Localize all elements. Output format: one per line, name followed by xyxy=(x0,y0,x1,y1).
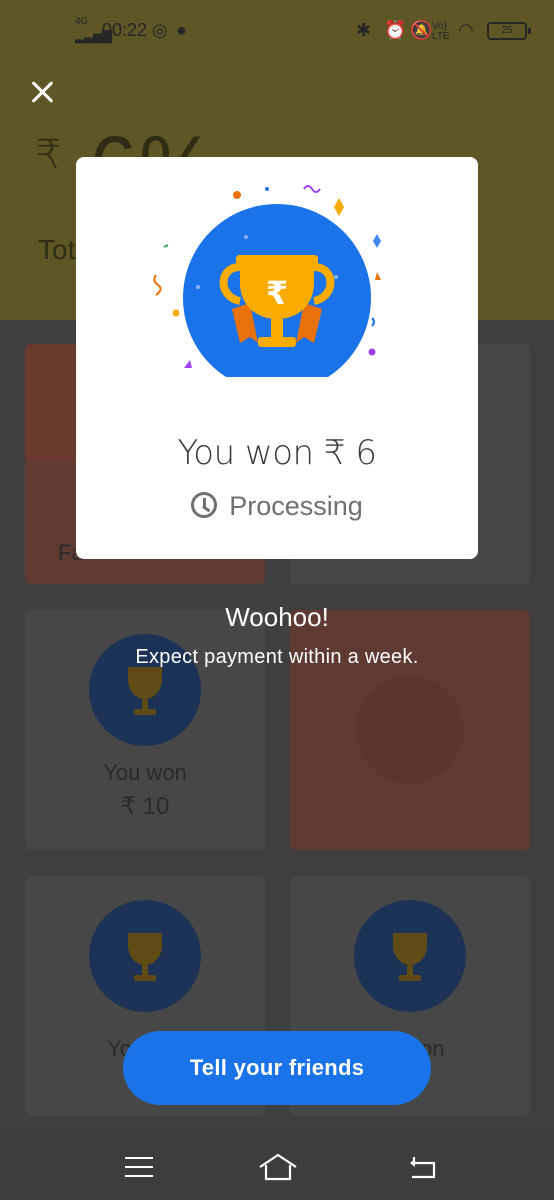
trophy-illustration: ₹ xyxy=(153,185,381,377)
reward-amount-text: You won ₹ 6 xyxy=(177,433,377,473)
celebration-title: Woohoo! xyxy=(225,602,329,632)
scratch-card-badge xyxy=(356,676,464,784)
trophy-badge xyxy=(89,900,201,1012)
total-rewards-label: Tot xyxy=(38,234,76,265)
reward-dialog: ₹ You won ₹ 6 Processing xyxy=(76,157,478,559)
bluetooth-icon: ✱ xyxy=(356,20,372,40)
won-label: You won xyxy=(103,760,187,785)
svg-text:₹: ₹ xyxy=(266,274,288,312)
network-type: 4G xyxy=(75,16,89,27)
trophy-icon xyxy=(128,933,162,981)
clock-icon xyxy=(191,492,218,518)
battery-icon: 25 xyxy=(487,22,531,40)
system-nav-bar xyxy=(0,1135,554,1200)
message-icon: ● xyxy=(176,20,187,40)
trophy-icon xyxy=(393,933,427,981)
reward-status-label: Processing xyxy=(229,491,363,521)
battery-level: 25 xyxy=(501,25,513,36)
payment-note: Expect payment within a week. xyxy=(135,646,419,668)
won-amount: ₹ 10 xyxy=(120,793,170,820)
wifi-icon: ◠ xyxy=(458,20,474,40)
mute-icon: 🔕 xyxy=(410,20,433,40)
status-bar: 4G ▂▃▅▇ 00:22 ◎ ● ✱ ⏰ 🔕 Vo) LTE ◠ 25 xyxy=(0,0,554,62)
whatsapp-icon: ◎ xyxy=(152,20,168,40)
tell-your-friends-button[interactable]: Tell your friends xyxy=(123,1031,431,1105)
menu-icon[interactable] xyxy=(125,1157,153,1177)
alarm-icon: ⏰ xyxy=(384,20,407,40)
won-label: on xyxy=(420,1036,445,1061)
back-icon[interactable] xyxy=(406,1153,438,1181)
close-icon[interactable] xyxy=(26,76,60,110)
volte-icon: Vo) LTE xyxy=(432,21,450,42)
reward-status: Processing xyxy=(76,491,478,522)
trophy-badge xyxy=(354,900,466,1012)
home-icon[interactable] xyxy=(258,1151,298,1183)
clock-time: 00:22 xyxy=(102,20,148,40)
